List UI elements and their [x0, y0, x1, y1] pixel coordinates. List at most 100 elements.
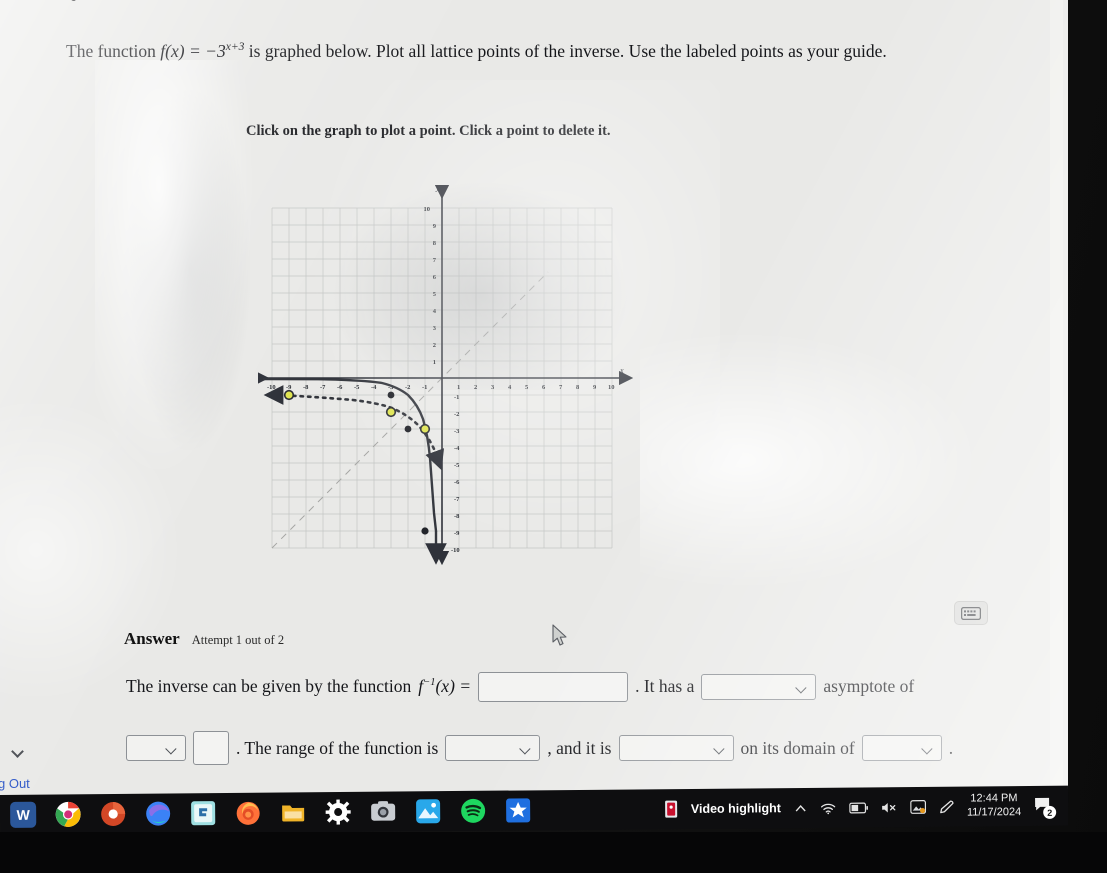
volume-mute-icon[interactable] — [881, 801, 897, 814]
log-out-link[interactable]: g Out — [0, 776, 30, 791]
svg-text:6: 6 — [433, 274, 437, 281]
svg-text:-2: -2 — [405, 384, 410, 391]
identity-line — [271, 271, 549, 549]
asymptote-axis-dropdown[interactable] — [126, 735, 186, 762]
word-icon[interactable]: W — [10, 801, 37, 828]
svg-text:-7: -7 — [320, 384, 326, 391]
function-curve — [262, 377, 438, 533]
svg-text:5: 5 — [525, 384, 529, 391]
answer-sentence1-part2: . It has a — [635, 676, 695, 696]
svg-text:3: 3 — [491, 384, 495, 391]
inverse-function-input[interactable] — [478, 671, 629, 702]
notification-count: 2 — [1043, 805, 1057, 819]
plotted-point-function-2[interactable] — [404, 425, 412, 433]
svg-text:-7: -7 — [454, 496, 460, 503]
monotonic-dropdown[interactable] — [618, 735, 734, 762]
range-dropdown[interactable] — [445, 735, 541, 762]
desktop-dark-area — [0, 832, 1107, 873]
svg-text:-10: -10 — [451, 547, 460, 554]
notification-badge[interactable]: 2 — [1034, 797, 1057, 819]
glare-shadow-2 — [130, 90, 250, 450]
svg-text:4: 4 — [433, 308, 437, 315]
wifi-icon[interactable] — [820, 801, 836, 814]
clock-time: 12:44 PM — [970, 792, 1018, 805]
plotted-point-function-1[interactable] — [387, 391, 395, 399]
svg-text:10: 10 — [608, 384, 615, 391]
edge-icon[interactable] — [145, 801, 171, 827]
tray-label: Video highlight — [690, 801, 781, 816]
highlighted-point-3[interactable] — [419, 423, 431, 435]
keyboard-toggle-button[interactable] — [954, 601, 988, 625]
screenshot-root: Question ▶ Watch Video Show Examples The… — [0, 0, 1107, 873]
coordinate-graph[interactable]: x y -10 -9 -8 -7 -6 -5 -4 -3 -2 -1 1 2 3 4 5 6 7 8 9… — [258, 168, 638, 568]
mouse-cursor — [552, 624, 567, 646]
answer-line-2: . The range of the function is , and it … — [126, 726, 986, 772]
svg-text:-2: -2 — [454, 411, 459, 418]
answer-line-1: The inverse can be given by the function… — [126, 664, 986, 710]
asymptote-value-input[interactable] — [193, 731, 229, 766]
chevron-down-icon — [165, 743, 177, 755]
quiz-document: Question ▶ Watch Video Show Examples The… — [0, 0, 1046, 795]
svg-text:-10: -10 — [267, 384, 276, 391]
taskbar-clock[interactable]: 12:44 PM 11/17/2024 — [967, 792, 1021, 820]
svg-text:-1: -1 — [454, 394, 459, 401]
asymptote-type-dropdown[interactable] — [701, 673, 817, 700]
svg-text:10: 10 — [424, 206, 431, 213]
chevron-up-icon[interactable] — [794, 801, 807, 814]
chevron-down-icon-sidebar[interactable] — [11, 745, 24, 758]
firefox-icon[interactable] — [235, 800, 261, 826]
svg-text:1: 1 — [457, 384, 460, 391]
function-expression: f(x) = −3x+3 — [160, 41, 245, 61]
svg-text:4: 4 — [508, 384, 512, 391]
glare-highlight-3 — [640, 330, 980, 590]
clock-date: 11/17/2024 — [966, 806, 1022, 819]
question-label: Question — [62, 0, 131, 4]
svg-text:6: 6 — [542, 384, 546, 391]
domain-dropdown[interactable] — [861, 735, 942, 762]
svg-text:1: 1 — [433, 359, 436, 366]
inverse-curve-arrow-down — [425, 448, 445, 471]
answer-sentence2-end: . — [948, 737, 954, 758]
photos-icon[interactable] — [415, 798, 441, 824]
svg-text:2: 2 — [474, 384, 477, 391]
svg-text:-1: -1 — [422, 384, 427, 391]
svg-text:5: 5 — [433, 291, 437, 298]
y-axis-label: y — [435, 183, 440, 192]
nba-app-icon[interactable] — [664, 800, 678, 818]
chevron-down-icon — [712, 743, 725, 755]
svg-text:2: 2 — [433, 342, 436, 349]
star-app-icon[interactable] — [505, 797, 531, 823]
camera-icon[interactable] — [370, 799, 396, 825]
pen-icon[interactable] — [939, 800, 954, 814]
svg-text:-5: -5 — [454, 462, 460, 469]
highlighted-point-1[interactable] — [283, 389, 295, 401]
answer-sentence2-part2: , and it is — [547, 737, 612, 758]
battery-icon[interactable] — [848, 802, 868, 813]
question-text-after: is graphed below. Plot all lattice point… — [244, 41, 887, 61]
page-scrollbar-track[interactable] — [1050, 0, 1063, 795]
function-exponent: x+3 — [225, 41, 245, 54]
graph-svg[interactable]: x y -10 -9 -8 -7 -6 -5 -4 -3 -2 -1 1 2 3 4 5 6 7 8 9… — [258, 168, 638, 568]
svg-text:8: 8 — [576, 384, 580, 391]
answer-header: Answer Attempt 1 out of 2 — [124, 629, 284, 649]
svg-text:9: 9 — [433, 223, 437, 230]
answer-sentence2-part3: on its domain of — [740, 737, 855, 758]
svg-text:-4: -4 — [371, 384, 377, 391]
svg-text:-6: -6 — [454, 479, 460, 486]
display-icon[interactable] — [909, 800, 926, 814]
plot-instruction: Click on the graph to plot a point. Clic… — [246, 123, 611, 139]
svg-text:-8: -8 — [303, 384, 309, 391]
note-app-icon[interactable] — [190, 800, 216, 826]
file-explorer-icon[interactable] — [280, 799, 306, 825]
chevron-down-icon — [795, 681, 807, 694]
svg-text:3: 3 — [433, 325, 437, 332]
svg-text:-5: -5 — [354, 384, 360, 391]
powerpoint-icon[interactable] — [100, 801, 126, 827]
question-text-before: The function — [66, 41, 161, 61]
highlighted-point-2[interactable] — [385, 406, 397, 418]
chrome-icon[interactable] — [55, 801, 81, 827]
plotted-point-function-3[interactable] — [421, 527, 429, 535]
spotify-icon[interactable] — [460, 798, 486, 824]
keyboard-icon — [961, 606, 981, 620]
settings-gear-icon[interactable] — [325, 799, 351, 825]
